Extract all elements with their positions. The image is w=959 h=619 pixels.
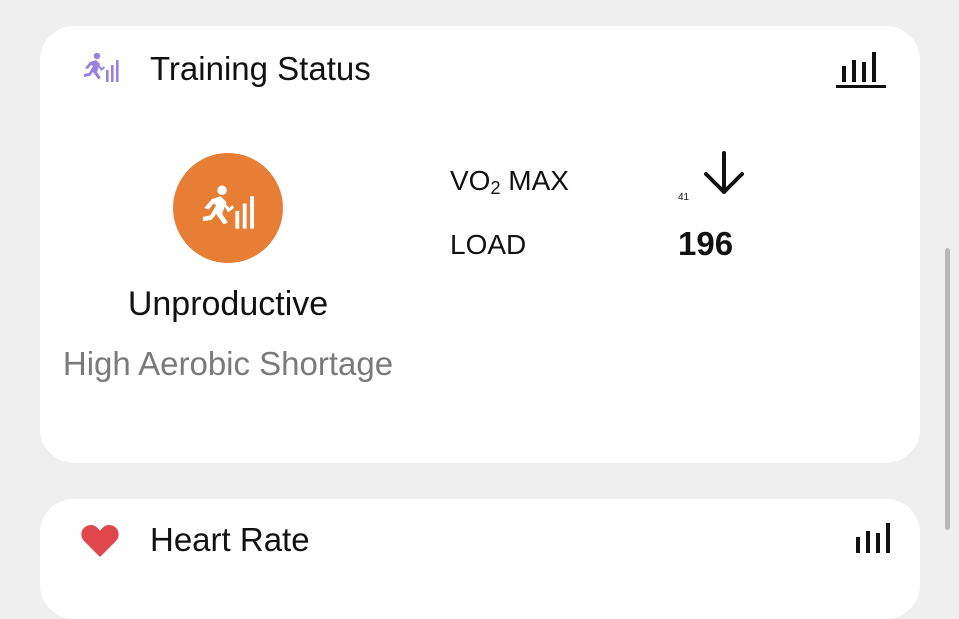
scrollbar[interactable] [945,248,950,530]
arrow-down-icon [704,151,744,194]
heart-icon [81,525,119,557]
card-title: Training Status [150,50,371,87]
training-status-badge [173,153,283,263]
bar-chart-icon[interactable] [836,48,886,90]
training-status-card[interactable]: Training Status Unproductive High Aerobi… [40,26,920,463]
runner-bars-icon [202,185,254,229]
load-label: LOAD [450,229,527,260]
vo2max-value: 41 [678,192,690,203]
vo2max-label: VO2 MAX [450,165,569,198]
heart-rate-card[interactable]: Heart Rate [40,499,920,619]
training-status-detail: High Aerobic Shortage [62,345,394,382]
card-title: Heart Rate [150,521,310,558]
training-status-label: Unproductive [127,285,329,323]
bar-chart-icon[interactable] [850,519,900,561]
load-value: 196 [678,225,734,262]
runner-bars-icon [84,52,119,82]
